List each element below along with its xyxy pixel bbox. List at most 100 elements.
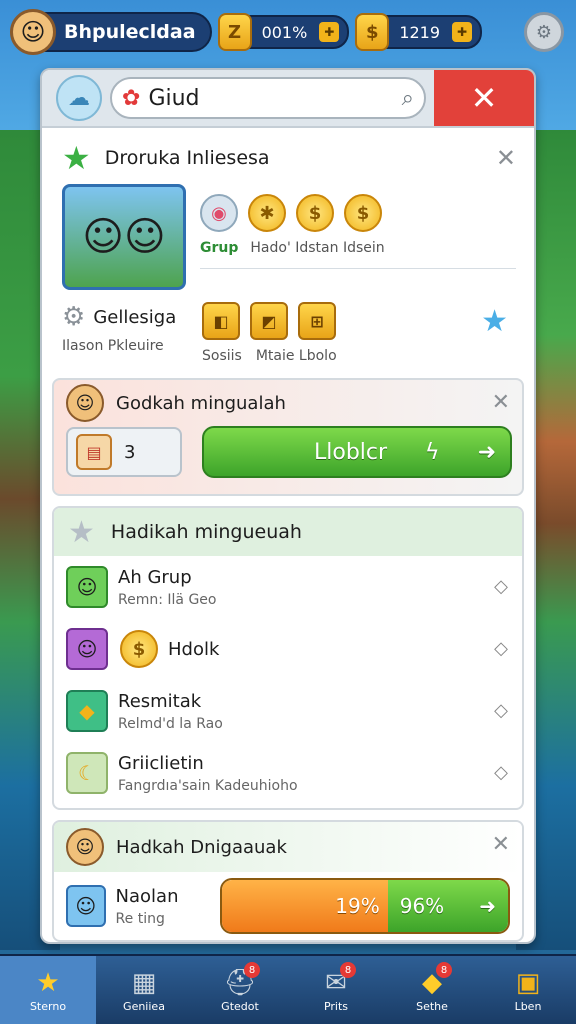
list-item-subtitle: Remn: Ilä Geo [118,591,217,608]
notification-badge: 8 [244,962,260,978]
progress-right-value: 96% ➜ [387,880,508,932]
list-item-subtitle: Relmd'd la Rao [118,715,223,732]
chest-icon: ▣ [515,967,541,998]
gear-icon: ⚙ [62,302,86,332]
featured-section: ★ Droruka Inliesesa ✕ ☺☺ ◉ ✱ $ $ Grup Ha… [42,128,534,364]
nav-item-heroes[interactable]: ⛑ 8 Gtedot [192,956,288,1024]
add-gold-button[interactable]: ✚ [319,22,340,42]
list-item-title: Griiclietin [118,752,204,774]
nav-label: Sethe [416,999,448,1013]
list-item[interactable]: ☾ Griiclietin Fangrdıa'sain Kadeuhioho ◇ [54,742,522,804]
heroes-portrait-card[interactable]: ☺☺ [62,184,186,290]
main-panel: ☁ ✿ Giud ⌕ ✕ ★ Droruka Inliesesa ✕ ☺☺ ◉ … [40,68,536,944]
list-item-title: Resmitak [118,690,202,712]
hero-avatar-icon: ☺ [66,885,106,927]
search-bar: ☁ ✿ Giud ⌕ ✕ [42,70,534,128]
progress-item-title: Naolan [115,885,179,907]
list-card-title: Hadikah mingueuah [110,521,302,543]
green-star-icon: ★ [62,139,91,177]
chevron-right-icon[interactable]: ◇ [494,638,508,659]
settings-button[interactable]: ⚙ [524,12,564,52]
progress-card-title: Hadkah Dnigaauak [116,836,287,858]
list-card: ★ Hadikah mingueuah ☺ Ah Grup Remn: Ilä … [52,506,524,810]
resource-gold[interactable]: Z 001% ✚ [217,13,350,51]
nav-item-chest[interactable]: ▣ Lben [480,956,576,1024]
gold-crate-icon[interactable]: ⊞ [298,302,336,340]
favorite-star-icon[interactable]: ★ [481,304,508,339]
close-panel-button[interactable]: ✕ [434,70,534,126]
list-item[interactable]: ☺ $ Hdolk ◇ [54,618,522,680]
progress-left-value: 19% [221,880,388,932]
chevron-right-icon[interactable]: ◇ [494,762,508,783]
resource-gold-value: 001% [261,22,308,42]
player-avatar-icon: ☺ [10,9,56,55]
item-label-desc: Hado' Idstan Idsein [250,240,385,256]
grey-star-icon: ★ [68,514,95,550]
nav-item-chat[interactable]: ✉ 8 Prits [288,956,384,1024]
foot-label-1: Sosiis [202,348,242,364]
coin-stack-icon: $ [355,13,390,51]
progress-right-label: 96% [399,894,445,918]
coin-icon[interactable]: $ [296,194,334,232]
chevron-right-icon[interactable]: ◇ [494,576,508,597]
spirit-logo-icon: ☁ [56,75,102,121]
hero-avatar-icon: ☺ [66,384,104,422]
nav-label: Prits [323,999,349,1013]
search-icon[interactable]: ⌕ [402,86,414,111]
offer-card-title: Godkah mingualah [116,392,286,414]
unlock-button-label: Lloblcr [314,439,388,465]
close-icon[interactable]: ✕ [492,832,510,857]
puzzle-coin-icon[interactable]: ✱ [248,194,286,232]
cup-icon[interactable]: ◉ [200,194,238,232]
gold-bar-icon[interactable]: ◩ [250,302,288,340]
player-profile[interactable]: ☺ Bhpulecldaa [10,9,212,55]
close-icon[interactable]: ✕ [492,390,510,415]
search-input[interactable]: ✿ Giud ⌕ [110,77,426,119]
resource-coins[interactable]: $ 1219 ✚ [355,13,483,51]
nav-item-home[interactable]: ★ Sterno [0,956,96,1024]
offer-card: ☺ Godkah mingualah ✕ ▤ 3 Lloblcr ϟ ➜ [52,378,524,496]
star-icon: ★ [36,967,60,998]
foot-label-2: Mtaie Lbolo [255,348,337,364]
progress-claim-button[interactable]: 19% 96% ➜ [219,878,510,934]
divider [200,268,516,269]
notification-badge: 8 [436,962,452,978]
player-name: Bhpulecldaa [64,21,196,43]
nav-item-shop[interactable]: ◆ 8 Sethe [384,956,480,1024]
add-coins-button[interactable]: ✚ [452,22,473,42]
chevron-right-icon[interactable]: ◇ [494,700,508,721]
scroll-icon: ▤ [76,434,112,470]
progress-card: ☺ Hadkah Dnigaauak ✕ ☺ Naolan Re ting 19… [52,820,524,942]
nav-item-calendar[interactable]: ▦ Geniiea [96,956,192,1024]
progress-item-subtitle: Re ting [115,910,165,927]
coin-icon[interactable]: $ [344,194,382,232]
unlock-button[interactable]: Lloblcr ϟ ➜ [202,426,512,478]
featured-section-title: Droruka Inliesesa [104,147,270,169]
nav-label: Geniiea [123,999,165,1013]
gear-title: Gellesiga [93,306,177,328]
hero-avatar-icon: ☺ [66,628,108,670]
item-label-group: Grup [200,240,239,256]
coin-icon: $ [120,630,158,668]
list-item[interactable]: ◆ Resmitak Relmd'd la Rao ◇ [54,680,522,742]
progress-left-label: 19% [335,894,380,918]
list-item-subtitle: Fangrdıa'sain Kadeuhioho [118,777,298,794]
gold-block-icon[interactable]: ◧ [202,302,240,340]
hero-avatar-icon: ☺ [66,828,104,866]
banana-icon: ☾ [66,752,108,794]
gear-icon: ⚙ [535,21,553,43]
gold-bar-icon: ◆ [66,690,108,732]
arrow-right-icon: ➜ [479,894,496,918]
list-item[interactable]: ☺ Ah Grup Remn: Ilä Geo ◇ [54,556,522,618]
gold-bar-icon: Z [217,13,252,51]
quantity-value: 3 [124,441,136,463]
resource-coins-value: 1219 [399,22,441,42]
quantity-box[interactable]: ▤ 3 [66,427,182,477]
lightning-icon: ϟ [425,439,440,465]
list-item-title: Ah Grup [118,566,192,588]
gear-subtitle: Ilason Pkleuire [62,338,164,354]
arrow-right-icon: ➜ [477,439,496,465]
bottom-nav: ★ Sterno ▦ Geniiea ⛑ 8 Gtedot ✉ 8 Prits … [0,954,576,1024]
hero-avatar-icon: ☺ [66,566,108,608]
close-icon[interactable]: ✕ [496,144,516,172]
